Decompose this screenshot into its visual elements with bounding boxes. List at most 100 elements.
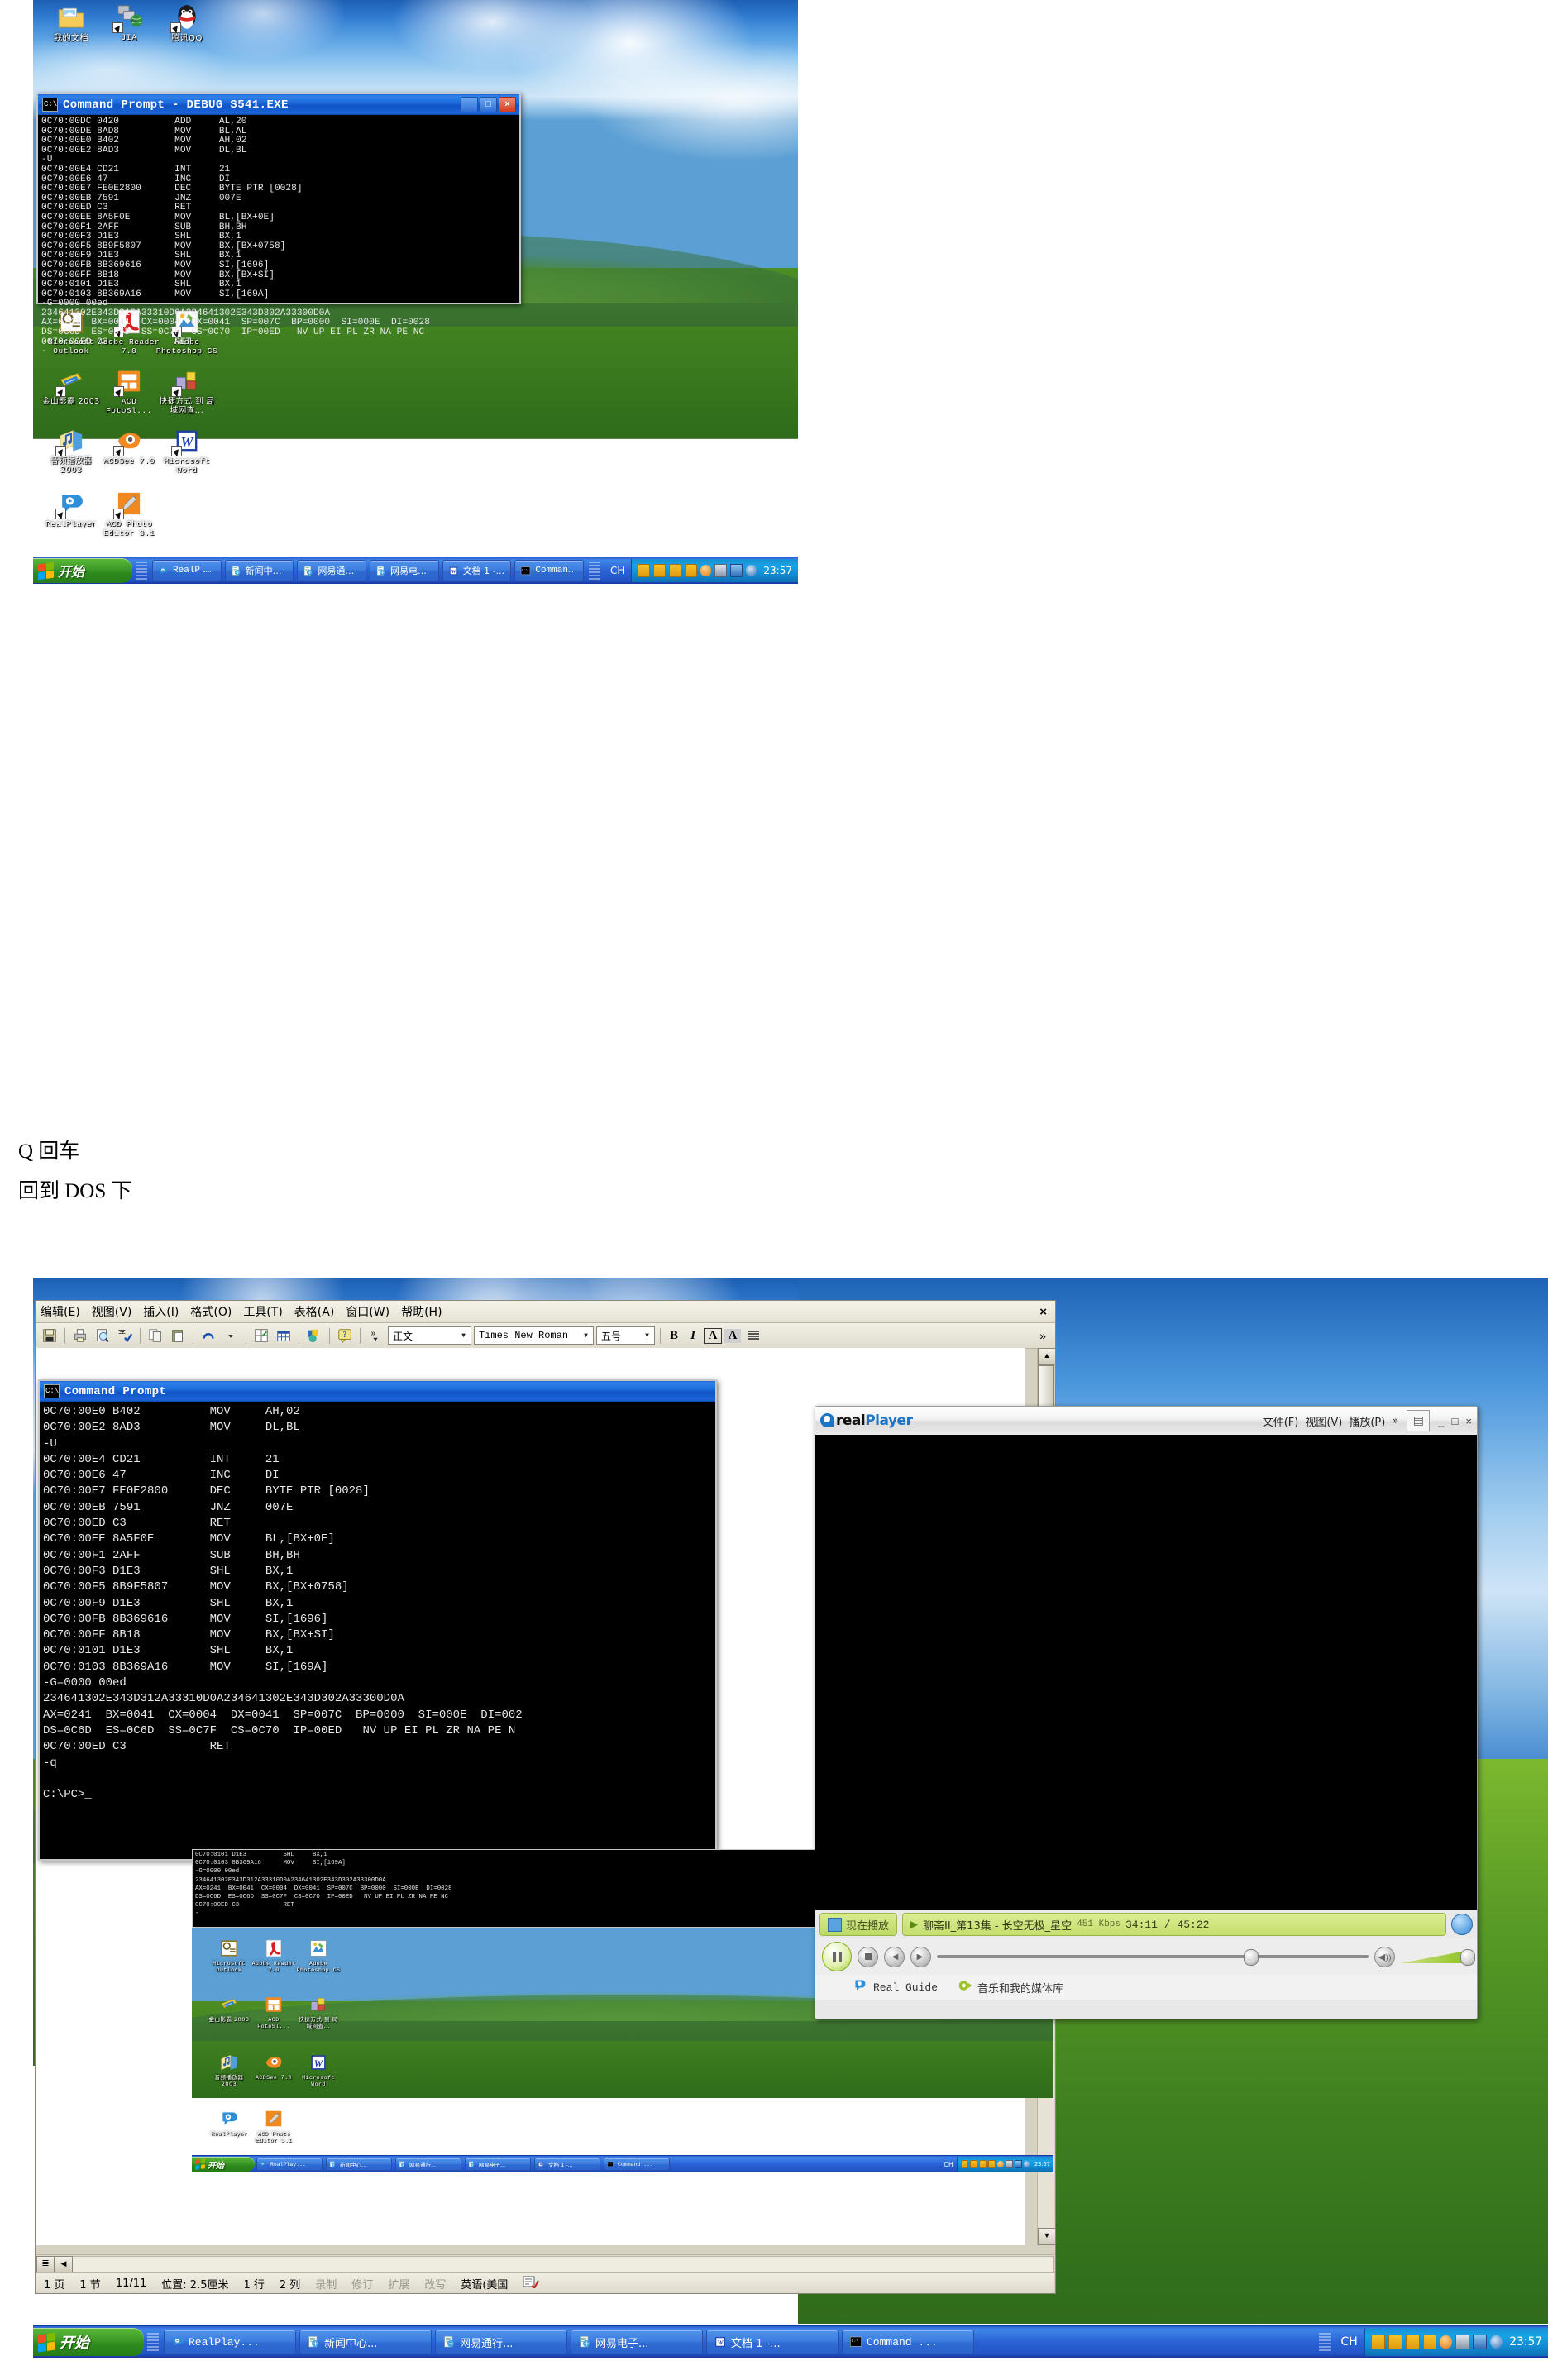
tray-volume-icon[interactable] [746,565,757,576]
drawing-icon[interactable] [304,1326,324,1345]
desktop-icon[interactable]: JIA [98,2,160,43]
spellcheck-status-icon[interactable] [515,2275,547,2292]
globe-icon[interactable] [1451,1914,1473,1935]
tray-lock-icon[interactable] [979,2160,987,2168]
desktop-icon[interactable]: 金山影霸 2003 [40,367,103,407]
stop-button[interactable] [858,1946,878,1967]
word-menu-item[interactable]: 帮助(H) [401,1303,442,1320]
tray-network-icon[interactable] [1014,2160,1022,2168]
word-menu-item[interactable]: 插入(I) [143,1303,179,1320]
taskbar-button[interactable]: W 文档 1 -... [442,560,512,581]
tray-shield-icon[interactable] [1440,2335,1453,2349]
close-button[interactable]: × [1465,1415,1472,1427]
desktop-icon[interactable]: ACD FotoSl... [98,367,160,415]
seek-thumb[interactable] [1243,1949,1259,1966]
highlight-button[interactable]: A [724,1328,741,1343]
start-button[interactable]: 开始 [33,558,132,583]
taskbar-2[interactable]: 开始 RealPlay... 新闻中心... 网易通行... 网易电子... W 文档 1… [33,2325,1548,2358]
word-menu-item[interactable]: 格式(O) [190,1303,232,1320]
style-combo[interactable]: 正文 ▼ [388,1326,471,1345]
desktop-icon[interactable]: 音频播放器 2003 [40,427,103,475]
desktop-icon[interactable]: ACDSee 7.0 [98,427,160,466]
minimize-button[interactable]: _ [1438,1415,1444,1427]
tray-lock-icon[interactable] [638,564,651,577]
system-tray-1[interactable]: 23:57 [631,559,798,582]
desktop-icon[interactable]: W Microsoft Word [155,427,218,475]
italic-button[interactable]: I [685,1329,701,1343]
realplayer-controls[interactable]: |◀ ▶| ◀)) [815,1938,1477,1975]
close-button[interactable]: × [499,97,516,112]
tray-lock-icon[interactable] [1422,2334,1437,2350]
tray-grip[interactable] [1319,2333,1331,2351]
word-horizontal-scrollbar[interactable]: ≣ ◀ [36,2254,1054,2273]
tray-clock[interactable]: 23:57 [1034,2161,1050,2167]
tray-shield-icon[interactable] [700,565,712,576]
tray-network-icon[interactable] [1473,2334,1488,2350]
tray-volume-icon[interactable] [1490,2335,1503,2349]
insert-table-icon[interactable] [274,1326,294,1345]
word-close-document-button[interactable]: × [1039,1305,1050,1319]
word-menu-item[interactable]: 表格(A) [294,1303,335,1320]
pause-button[interactable] [822,1942,852,1971]
desktop-icon[interactable]: ACD Photo Editor 3.1 [98,490,160,538]
tray-lock-icon[interactable] [1388,2334,1402,2350]
paste-icon[interactable] [168,1326,188,1345]
taskbar-button[interactable]: 网易电子... [370,560,439,581]
word-menu-bar[interactable]: 编辑(E) 视图(V) 插入(I) 格式(O) 工具(T) 表格(A) 窗口(W) 帮助(H)… [36,1301,1055,1323]
word-menu-item[interactable]: 工具(T) [243,1303,282,1320]
command-prompt-window-2[interactable]: Command Prompt 0C70:00E0 B402 MOV AH,02 … [38,1379,717,1861]
ime-indicator[interactable]: CH [604,565,631,576]
print-icon[interactable] [70,1326,90,1345]
scroll-left-button[interactable]: ◀ [55,2255,73,2273]
tray-network-icon[interactable] [730,564,743,577]
word-menu-item[interactable]: 编辑(E) [41,1303,80,1320]
media-browser-icon[interactable]: ▤ [1407,1410,1431,1431]
tray-lock-icon[interactable] [970,2160,978,2168]
taskbar-button[interactable]: C:\ Command ... [842,2330,974,2354]
tray-lock-icon[interactable] [653,564,666,577]
taskbar-button[interactable]: RealPlay... [256,2158,322,2171]
command-prompt-window-1[interactable]: Command Prompt - DEBUG S541.EXE _ □ × 0C… [36,93,521,356]
taskbar-button[interactable]: C:\ Command ... [604,2158,670,2171]
console-title-bar-2[interactable]: Command Prompt [40,1381,715,1402]
quick-launch-grip[interactable] [147,2333,159,2351]
font-combo[interactable]: Times New Roman ▼ [474,1326,594,1345]
tray-volume-icon[interactable] [1023,2161,1030,2167]
taskbar-button[interactable]: 网易通行... [297,560,367,581]
desktop-icon[interactable]: RealPlayer [40,490,103,529]
desktop-icon[interactable]: 我的文档 [40,2,103,43]
mute-button[interactable]: ◀)) [1374,1946,1395,1967]
window-buttons[interactable]: _ □ × [461,97,518,112]
size-combo[interactable]: 五号 ▼ [596,1326,655,1345]
tray-lock-icon[interactable] [988,2160,996,2168]
realplayer-menu[interactable]: 文件(F) 视图(V) 播放(P) » [1263,1413,1399,1429]
next-button[interactable]: ▶| [910,1946,931,1967]
maximize-button[interactable]: □ [1452,1415,1459,1427]
realplayer-menu-item[interactable]: 文件(F) [1263,1413,1299,1429]
scroll-up-button[interactable]: ▲ [1038,1348,1056,1365]
maximize-button[interactable]: □ [480,97,497,112]
realplayer-footer-link[interactable]: Real Guide [853,1978,938,1996]
realplayer-footer[interactable]: Real Guide 音乐和我的媒体库 [815,1975,1477,2000]
realplayer-menu-item[interactable]: 视图(V) [1305,1413,1342,1429]
insert-hyperlink-icon[interactable] [251,1326,271,1345]
tray-clock[interactable]: 23:57 [1509,2335,1542,2349]
undo-dropdown-icon[interactable] [221,1326,241,1345]
tray-ime-icon[interactable] [1455,2334,1470,2350]
volume-thumb[interactable] [1460,1949,1475,1966]
more-buttons-icon[interactable]: » [366,1326,385,1345]
desktop-icon[interactable]: 腾讯QQ [155,2,218,43]
taskbar-button[interactable]: RealPlay... [164,2330,296,2354]
previous-button[interactable]: |◀ [884,1946,905,1967]
taskbar-button[interactable]: 网易通行... [395,2158,461,2171]
copy-icon[interactable] [146,1326,165,1345]
chevron-down-icon[interactable]: ▼ [580,1332,591,1340]
realplayer-title-bar[interactable]: realPlayer 文件(F) 视图(V) 播放(P) » ▤ _ □ × [815,1407,1477,1435]
taskbar-button[interactable]: 网易通行... [435,2330,567,2354]
tray-clock[interactable]: 23:57 [763,565,792,576]
ime-indicator[interactable]: CH [1334,2335,1364,2349]
tray-lock-icon[interactable] [960,2160,968,2168]
border-button[interactable]: A [704,1327,722,1344]
tray-grip[interactable] [589,562,600,580]
taskbar-button[interactable]: 网易电子... [465,2158,531,2171]
